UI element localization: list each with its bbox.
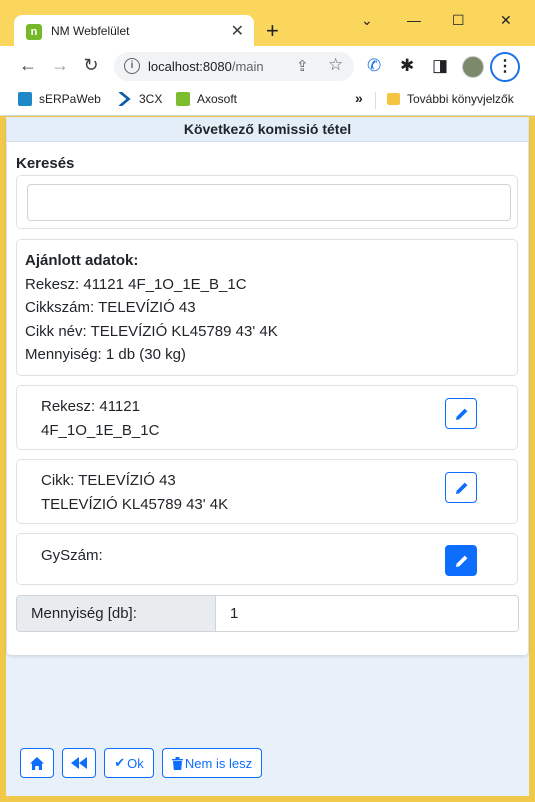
gyszam-row: GySzám: [16,533,518,585]
ok-button[interactable]: ✔ Ok [104,748,154,778]
forward-arrow-icon[interactable]: → [49,54,71,76]
back-arrow-icon[interactable]: ← [17,54,39,76]
home-button[interactable] [20,748,54,778]
rekesz-row: Rekesz: 41121 4F_1O_1E_B_1C [16,385,518,450]
browser-tab[interactable]: n NM Webfelület ✕ [14,15,254,48]
check-icon: ✔ [114,755,126,770]
bookmark-axosoft[interactable]: Axosoft [176,92,237,106]
folder-icon [387,93,400,105]
serpaweb-icon [18,92,32,106]
pencil-icon [456,555,468,567]
address-bar[interactable]: i localhost:8080/main ⇪ ☆ [114,52,354,81]
bookmark-serpaweb[interactable]: sERPaWeb [18,92,101,106]
recommended-cikk-nev: Cikk név: TELEVÍZIÓ KL45789 43' 4K [25,322,278,340]
search-input[interactable] [27,184,511,221]
bookmark-star-icon[interactable]: ☆ [328,55,343,75]
minimize-icon[interactable]: — [407,12,421,28]
quantity-input[interactable]: 1 [216,596,518,631]
maximize-icon[interactable]: ☐ [452,12,465,29]
bookmarks-overflow-icon[interactable]: » [355,90,363,106]
trash-icon [171,756,183,770]
edit-rekesz-button[interactable] [445,398,477,429]
page-content: Következő komissió tétel Keresés Ajánlot… [6,117,529,796]
address-url[interactable]: localhost:8080/main [148,59,264,74]
back-button[interactable] [62,748,96,778]
site-info-icon[interactable]: i [124,58,140,74]
recommended-mennyiseg: Mennyiség: 1 db (30 kg) [25,346,186,363]
phone-extension-icon[interactable]: ✆ [367,55,381,77]
quantity-label: Mennyiség [db]: [17,596,216,631]
axosoft-icon [176,92,190,106]
window-close-icon[interactable]: ✕ [500,12,512,29]
recommended-rekesz: Rekesz: 41121 4F_1O_1E_B_1C [25,275,247,293]
quantity-input-group: Mennyiség [db]: 1 [16,595,519,632]
picking-card: Következő komissió tétel Keresés Ajánlot… [7,117,528,655]
cikk-row: Cikk: TELEVÍZIÓ 43 TELEVÍZIÓ KL45789 43'… [16,459,518,524]
page-title: Következő komissió tétel [7,117,528,142]
search-label: Keresés [16,155,75,172]
backward-icon [71,757,87,769]
edit-gyszam-button[interactable] [445,545,477,576]
rekesz-line-2: 4F_1O_1E_B_1C [41,422,160,439]
edit-cikk-button[interactable] [445,472,477,503]
rekesz-line-1: Rekesz: 41121 [41,398,140,415]
cikk-line-1: Cikk: TELEVÍZIÓ 43 [41,472,176,489]
bookmarks-bar: sERPaWeb 3CX Axosoft » További könyvjelz… [0,86,535,116]
tab-close-icon[interactable]: ✕ [231,21,244,41]
profile-avatar[interactable] [462,56,484,78]
bookmarks-divider [375,92,376,109]
cancel-button[interactable]: Nem is lesz [162,748,262,778]
site-favicon-icon: n [26,24,42,40]
other-bookmarks-folder[interactable]: További könyvjelzők [387,92,514,106]
browser-menu-icon[interactable]: ⋮ [490,52,520,82]
browser-titlebar: n NM Webfelület ✕ + ⌄ — ☐ ✕ [0,0,535,48]
browser-toolbar: ← → ↻ i localhost:8080/main ⇪ ☆ ✆ ✱ ◨ ⋮ [0,46,535,86]
recommended-cikkszam: Cikkszám: TELEVÍZIÓ 43 [25,299,196,316]
pencil-icon [456,408,468,420]
reload-icon[interactable]: ↻ [80,54,102,76]
new-tab-icon[interactable]: + [266,19,279,43]
extensions-puzzle-icon[interactable]: ✱ [400,55,414,77]
recommended-data-panel: Ajánlott adatok: Rekesz: 41121 4F_1O_1E_… [16,239,518,376]
tab-search-chevron-icon[interactable]: ⌄ [361,12,373,29]
3cx-icon [118,92,131,106]
side-panel-icon[interactable]: ◨ [432,55,448,77]
tab-title: NM Webfelület [51,24,130,38]
pencil-icon [456,482,468,494]
cikk-line-2: TELEVÍZIÓ KL45789 43' 4K [41,496,229,513]
share-icon[interactable]: ⇪ [296,57,309,75]
home-icon [30,756,44,770]
recommended-title: Ajánlott adatok: [25,252,139,269]
bookmark-3cx[interactable]: 3CX [118,92,162,106]
search-box [16,175,518,229]
gyszam-label: GySzám: [41,547,103,564]
